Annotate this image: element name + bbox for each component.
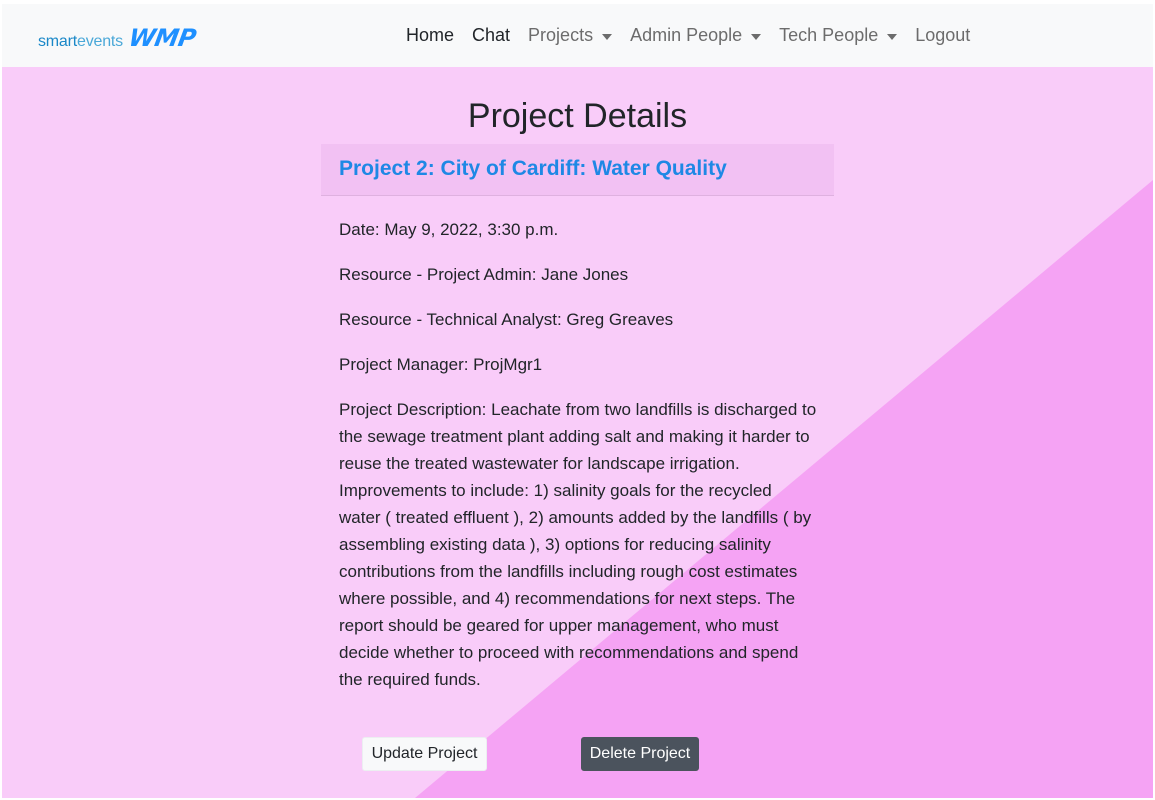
project-analyst: Resource - Technical Analyst: Greg Greav… xyxy=(339,310,674,329)
brand-wmp: WMP xyxy=(126,24,198,52)
nav-logout-label: Logout xyxy=(915,25,971,45)
brand-events: events xyxy=(77,33,123,50)
project-card-header: Project 2: City of Cardiff: Water Qualit… xyxy=(321,144,834,196)
delete-project-button[interactable]: Delete Project xyxy=(581,737,699,771)
nav-tech-people-dropdown[interactable]: Tech People xyxy=(770,25,906,46)
project-description: Project Description: Leachate from two l… xyxy=(339,400,817,689)
brand-smart: smart xyxy=(38,33,78,50)
nav-chat-label: Chat xyxy=(472,25,511,45)
update-project-button[interactable]: Update Project xyxy=(362,737,487,771)
page-title: Project Details xyxy=(467,97,688,135)
nav-home-label: Home xyxy=(406,25,455,45)
nav-projects-label: Projects xyxy=(528,25,594,45)
brand-logo[interactable]: smart events WMP xyxy=(38,24,198,52)
project-date: Date: May 9, 2022, 3:30 p.m. xyxy=(339,220,559,239)
project-admin: Resource - Project Admin: Jane Jones xyxy=(339,265,629,284)
nav-admin-people-dropdown[interactable]: Admin People xyxy=(621,25,770,46)
nav-chat[interactable]: Chat xyxy=(463,25,519,46)
app-frame: smart events WMP Home Chat Projects Admin … xyxy=(0,0,1155,800)
nav-admin-people-label: Admin People xyxy=(630,25,743,45)
nav-links: Home Chat Projects Admin People Tech Peo… xyxy=(397,4,979,67)
chevron-down-icon xyxy=(887,33,898,40)
nav-home[interactable]: Home xyxy=(397,25,463,46)
chevron-down-icon xyxy=(751,33,762,40)
nav-logout[interactable]: Logout xyxy=(906,25,979,46)
navbar: smart events WMP Home Chat Projects Admin … xyxy=(2,4,1153,67)
project-heading: Project 2: City of Cardiff: Water Qualit… xyxy=(339,157,727,180)
project-manager: Project Manager: ProjMgr1 xyxy=(339,355,543,374)
nav-projects-dropdown[interactable]: Projects xyxy=(519,25,621,46)
nav-tech-people-label: Tech People xyxy=(779,25,879,45)
main-content: Project Details Project 2: City of Cardi… xyxy=(2,67,1153,798)
chevron-down-icon xyxy=(602,33,613,40)
